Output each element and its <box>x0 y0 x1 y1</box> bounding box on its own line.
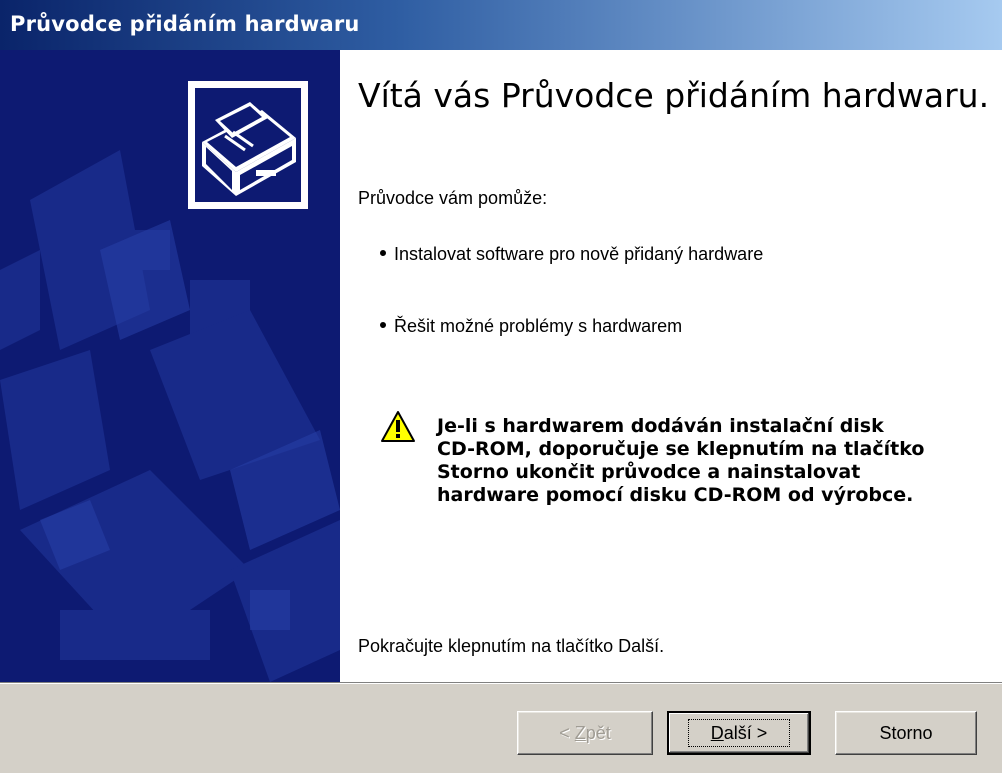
wizard-content: Vítá vás Průvodce přidáním hardwaru. Prů… <box>340 50 1002 682</box>
bullet-item: Instalovat software pro nově přidaný har… <box>380 244 763 265</box>
back-button-label: pět <box>585 723 611 743</box>
warning-line: CD-ROM, doporučuje se klepnutím na tlačí… <box>437 438 925 460</box>
title-bar[interactable]: Průvodce přidáním hardwaru <box>0 0 1002 50</box>
back-button-mnemonic: Z <box>574 723 586 743</box>
bullet-dot <box>380 250 386 257</box>
next-button-label: alší > <box>723 723 768 743</box>
wizard-window: Průvodce přidáním hardwaru Vítá vás Prův… <box>0 0 1002 773</box>
next-button[interactable]: Další > <box>667 711 811 755</box>
divider-highlight <box>0 683 1002 684</box>
bullet-text: Instalovat software pro nově přidaný har… <box>394 244 764 264</box>
window-title: Průvodce přidáním hardwaru <box>10 12 360 36</box>
bullet-text: Řešit možné problémy s hardwarem <box>394 316 683 336</box>
welcome-heading: Vítá vás Průvodce přidáním hardwaru. <box>358 76 990 115</box>
back-button-prefix: < <box>559 723 575 743</box>
next-button-mnemonic: D <box>710 723 724 743</box>
continue-instruction: Pokračujte klepnutím na tlačítko Další. <box>358 636 665 656</box>
warning-icon <box>381 411 415 442</box>
back-button[interactable]: < Zpět <box>517 711 653 755</box>
warning-text: Je-li s hardwarem dodáván instalační dis… <box>437 415 997 507</box>
warning-line: hardware pomocí disku CD-ROM od výrobce. <box>437 484 914 506</box>
bullet-item: Řešit možné problémy s hardwarem <box>380 316 682 337</box>
focus-rect: Další > <box>687 719 791 747</box>
intro-text: Průvodce vám pomůže: <box>358 188 548 208</box>
hardware-icon <box>188 81 308 209</box>
cancel-button-label: Storno <box>879 723 933 743</box>
warning-line: Storno ukončit průvodce a nainstalovat <box>437 461 861 483</box>
warning-line: Je-li s hardwarem dodáván instalační dis… <box>437 415 884 437</box>
bullet-dot <box>380 322 386 329</box>
banner-artwork <box>0 81 340 682</box>
cancel-button[interactable]: Storno <box>835 711 977 755</box>
wizard-banner <box>0 50 340 682</box>
